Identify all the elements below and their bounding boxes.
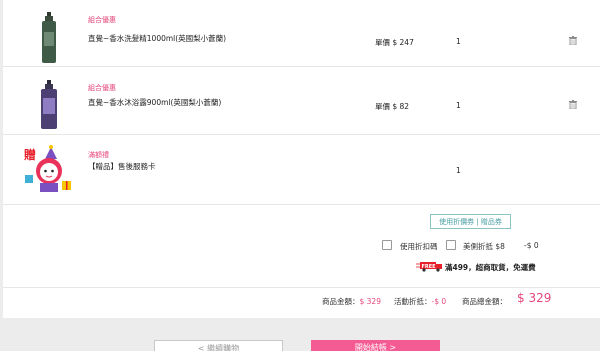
cart-card: 組合優惠 直覺~香水洗髮精1000ml(英國梨小蒼蘭) 單價 $ 247 1 組… [3, 0, 600, 318]
beauty-discount-value: -$ 0 [524, 241, 539, 250]
promo-tag: 組合優惠 [88, 16, 116, 24]
discount-code-checkbox[interactable] [382, 240, 392, 250]
product-name: 【贈品】售後服務卡 [88, 162, 156, 171]
cart-item-row: 組合優惠 直覺~香水洗髮精1000ml(英國梨小蒼蘭) 單價 $ 247 1 [3, 0, 600, 67]
discount-total: 活動折抵：-$ 0 [394, 297, 447, 306]
trash-icon[interactable] [569, 100, 577, 109]
quantity: 1 [456, 166, 461, 175]
product-name[interactable]: 直覺~香水洗髮精1000ml(英國梨小蒼蘭) [88, 33, 226, 44]
svg-text:贈: 贈 [24, 147, 36, 162]
product-name[interactable]: 直覺~香水沐浴露900ml(英國梨小蒼蘭) [88, 97, 221, 108]
unit-price: 單價 $ 247 [375, 38, 414, 47]
shipping-note: 滿499，超商取貨，免運費 [445, 263, 536, 272]
cart-gift-row: 贈 滿額禮 【贈品】售後服務卡 1 [3, 135, 600, 205]
grand-total-label: 商品總金額： [462, 297, 507, 306]
gift-tag: 滿額禮 [88, 151, 109, 159]
beauty-discount-checkbox[interactable] [446, 240, 456, 250]
bodywash-bottle-icon [41, 80, 57, 129]
unit-price: 單價 $ 82 [375, 102, 410, 111]
quantity: 1 [456, 101, 461, 110]
svg-text:FREE: FREE [422, 264, 437, 270]
totals-bar: 商品金額：$ 329 活動折抵：-$ 0 商品總金額： $ 329 [3, 287, 600, 311]
continue-shopping-button[interactable]: < 繼續購物 [154, 340, 283, 351]
promo-tag: 組合優惠 [88, 84, 116, 92]
gift-mascot-icon: 贈 [24, 145, 71, 192]
trash-icon[interactable] [569, 36, 577, 45]
discount-code-label: 使用折扣碼 [400, 242, 438, 251]
checkout-button[interactable]: 開始結帳 > [311, 340, 440, 351]
quantity: 1 [456, 37, 461, 46]
coupon-button[interactable]: 使用折價券 | 贈品券 [430, 214, 511, 229]
grand-total-value: $ 329 [517, 291, 552, 305]
shampoo-bottle-icon [42, 12, 56, 63]
beauty-discount-label: 美側折抵 $8 [463, 242, 505, 251]
free-shipping-truck-icon: FREE [416, 262, 442, 272]
subtotal: 商品金額：$ 329 [322, 297, 381, 306]
cart-item-row: 組合優惠 直覺~香水沐浴露900ml(英國梨小蒼蘭) 單價 $ 82 1 [3, 67, 600, 135]
